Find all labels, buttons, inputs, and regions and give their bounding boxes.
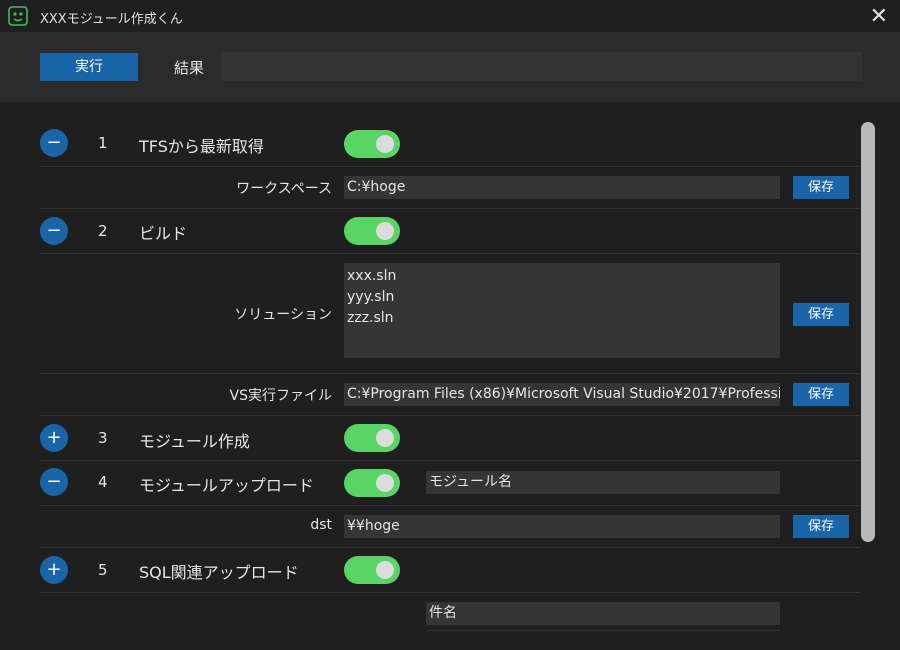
toggle-switch-step-3[interactable]	[344, 424, 400, 452]
collapse-button-step-4[interactable]: −	[40, 468, 68, 496]
toggle-knob	[376, 474, 394, 492]
result-label: 結果	[174, 59, 205, 77]
divider	[40, 208, 860, 209]
vertical-scrollbar[interactable]	[861, 122, 875, 542]
save-button-solution[interactable]: 保存	[793, 303, 849, 326]
toggle-knob	[376, 135, 394, 153]
save-button-workspace[interactable]: 保存	[793, 176, 849, 199]
step-label: SQL関連アップロード	[139, 563, 299, 582]
field-label-vs-exe: VS実行ファイル	[229, 388, 332, 404]
step-number: 4	[98, 473, 108, 491]
collapse-button-step-1[interactable]: −	[40, 129, 68, 157]
result-field	[221, 52, 862, 81]
step-label: モジュールアップロード	[139, 476, 314, 495]
step-number: 1	[98, 134, 108, 152]
close-icon[interactable]: ✕	[870, 4, 888, 29]
expand-button-step-3[interactable]: +	[40, 424, 68, 452]
solution-line: yyy.sln	[347, 289, 395, 305]
step-label: モジュール作成	[139, 432, 250, 451]
toggle-knob	[376, 561, 394, 579]
field-label-solution: ソリューション	[234, 307, 332, 323]
field-underline	[426, 630, 780, 631]
divider	[40, 592, 860, 593]
vs-exe-field[interactable]: C:¥Program Files (x86)¥Microsoft Visual …	[344, 383, 780, 406]
collapse-button-step-2[interactable]: −	[40, 217, 68, 245]
run-button[interactable]: 実行	[40, 53, 138, 81]
toggle-switch-step-4[interactable]	[344, 469, 400, 497]
title-bar: XXXモジュール作成くん ✕	[0, 0, 900, 32]
module-name-field[interactable]: モジュール名	[426, 471, 780, 494]
step-number: 3	[98, 429, 108, 447]
solution-textarea[interactable]: xxx.sln yyy.sln zzz.sln	[344, 263, 780, 358]
toggle-knob	[376, 222, 394, 240]
workspace-field[interactable]: C:¥hoge	[344, 176, 780, 199]
step-label: ビルド	[139, 224, 188, 243]
solution-line: xxx.sln	[347, 268, 397, 284]
divider	[40, 547, 860, 548]
divider	[40, 166, 860, 167]
app-icon	[8, 6, 28, 26]
window-title: XXXモジュール作成くん	[40, 12, 183, 27]
divider	[40, 505, 860, 506]
divider	[40, 373, 860, 374]
field-label-workspace: ワークスペース	[236, 181, 332, 197]
save-button-vs-exe[interactable]: 保存	[793, 383, 849, 406]
step-number: 5	[98, 561, 108, 579]
save-button-dst[interactable]: 保存	[793, 515, 849, 538]
expand-button-step-5[interactable]: +	[40, 556, 68, 584]
toggle-switch-step-1[interactable]	[344, 130, 400, 158]
toggle-switch-step-5[interactable]	[344, 556, 400, 584]
divider	[40, 253, 860, 254]
dst-field[interactable]: ¥¥hoge	[344, 515, 780, 538]
field-label-dst: dst	[310, 517, 332, 533]
toggle-switch-step-2[interactable]	[344, 217, 400, 245]
step-label: TFSから最新取得	[139, 137, 264, 156]
action-bar: 実行 結果	[0, 32, 900, 102]
toggle-knob	[376, 429, 394, 447]
subject-field[interactable]: 件名	[426, 602, 780, 625]
divider	[40, 460, 860, 461]
divider	[40, 415, 860, 416]
step-number: 2	[98, 222, 108, 240]
solution-line: zzz.sln	[347, 310, 394, 326]
